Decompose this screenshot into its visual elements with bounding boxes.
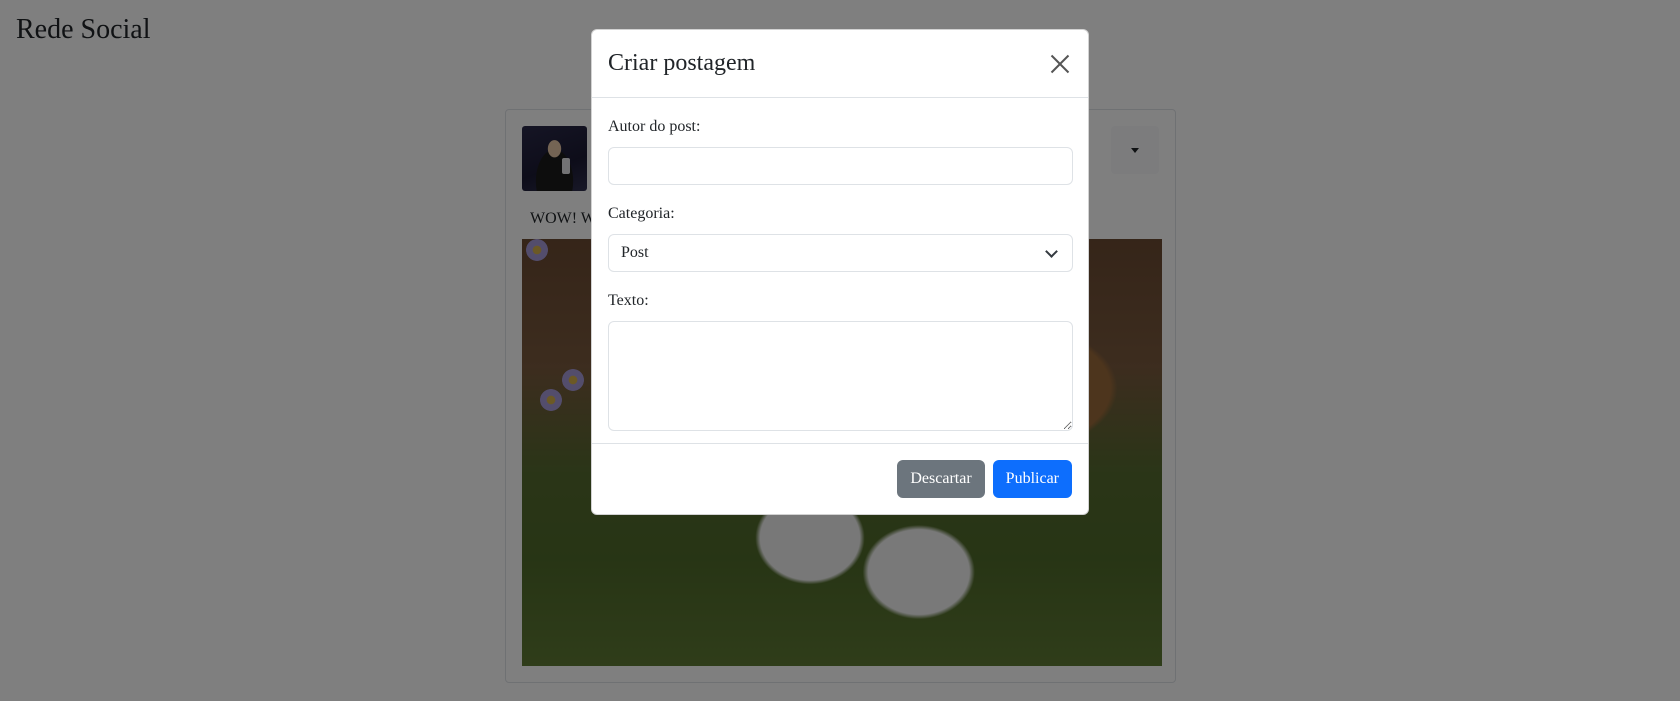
modal-header: Criar postagem bbox=[592, 30, 1088, 98]
discard-button[interactable]: Descartar bbox=[897, 460, 985, 498]
close-icon[interactable] bbox=[1047, 51, 1073, 77]
post-text-area[interactable] bbox=[608, 321, 1073, 431]
category-label: Categoria: bbox=[608, 205, 675, 222]
modal-footer: Descartar Publicar bbox=[592, 443, 1088, 514]
modal-body: Autor do post: Categoria: Post Texto: bbox=[592, 98, 1088, 431]
text-label: Texto: bbox=[608, 292, 649, 309]
create-post-modal: Criar postagem Autor do post: Categoria:… bbox=[591, 29, 1089, 515]
category-selected-value: Post bbox=[621, 244, 649, 261]
modal-title: Criar postagem bbox=[608, 50, 756, 76]
page: Rede Social WOW! W Criar postagem Autor … bbox=[0, 0, 1680, 701]
author-input[interactable] bbox=[608, 147, 1073, 185]
author-label: Autor do post: bbox=[608, 118, 701, 135]
publish-button[interactable]: Publicar bbox=[992, 460, 1072, 498]
chevron-down-icon bbox=[1045, 245, 1058, 258]
category-select[interactable]: Post bbox=[608, 234, 1073, 272]
